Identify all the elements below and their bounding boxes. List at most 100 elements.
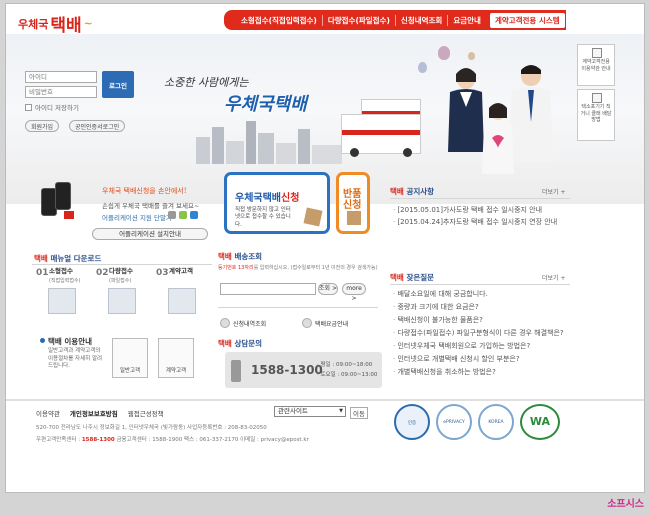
faq-more-link[interactable]: 더보기 + [542,273,566,282]
logo-swirl-icon: ~ [83,17,93,30]
notice-item[interactable]: [2015.05.01]가사도랑 택배 접수 일시중지 안내 [393,204,571,216]
checkbox-icon[interactable] [25,103,32,111]
footer-link-privacy[interactable]: 개인정보보호방침 [70,408,118,418]
cert-login-button[interactable]: 공인인증서로그인 [69,120,126,132]
app-promo-headline: 우체국 택배신청을 손안에서! [102,187,187,195]
general-customer-button[interactable]: 일반고객 [112,338,148,378]
app-promo-subline: 손쉽게 우체국 택배를 즐겨 보세요~ [102,202,200,210]
notice-list: [2015.05.01]가사도랑 택배 접수 일시중지 안내 [2015.04.… [393,204,571,228]
bullet-icon [40,338,45,343]
faq-item[interactable]: 인터넷우체국 택배회원으로 가입하는 방법은? [393,340,571,353]
page-frame: 우체국 택배 ~ 소형접수(직접입력접수) 다량접수(파일접수) 신청내역조회 … [5,3,645,493]
save-id-label: 아이디 저장하기 [35,104,79,112]
android-icon [179,211,187,219]
notice-title: 택배 공지사항 [390,187,435,196]
nav-item-contract-system[interactable]: 계약고객전용 시스템 [489,12,565,28]
notice-more-link[interactable]: 더보기 + [542,187,566,196]
faq-item[interactable]: 다량접수(파일접수) 파일구분형식이 다른 경우 해결책은? [393,328,571,339]
step-number: 03 [156,268,169,278]
delivery-truck-front [341,114,421,157]
history-link-label: 신청내역조회 [233,320,267,328]
divider [390,284,570,285]
contract-terms-card[interactable]: 계약고객전용 이용약관 안내 [577,44,615,86]
guide-title: 택배 이용안내 [48,337,93,346]
faq-list: 배달소요일에 대해 궁금합니다. 중량과 크기에 대한 요금은? 택배신청이 불… [393,288,571,379]
related-sites-go-button[interactable]: 이동 [350,407,368,419]
nav-item-rates[interactable]: 요금안내 [447,14,486,26]
footer-address: 520-700 전라남도 나주시 정보화길 1, 인터넷우체국 (빛가람동) 사… [36,425,309,443]
manual-bulk-parcel[interactable]: 02 다량접수 (파일접수) [96,267,151,320]
faq-item[interactable]: 택배신청이 불가능한 물품은? [393,314,571,327]
general-customer-label: 일반고객 [119,368,141,374]
os-icons [168,211,198,219]
apply-description: 직접 방문하지 않고 인터넷으로 접수할 수 있습니다. [235,207,291,228]
apple-icon [168,211,176,219]
manual-document-icon [168,288,196,314]
manual-document-icon [48,288,76,314]
faq-item[interactable]: 중량과 크기에 대한 요금은? [393,301,571,314]
login-button[interactable]: 로그인 [102,71,134,98]
return-apply-button[interactable]: 반품 신청 [336,172,370,234]
join-button[interactable]: 회원가입 [25,120,60,132]
site-logo[interactable]: 우체국 택배 ~ [18,11,93,36]
nav-item-history[interactable]: 신청내역조회 [394,14,447,26]
parcel-apply-button[interactable]: 우체국택배신청 직접 방문하지 않고 인터넷으로 접수할 수 있습니다. [224,172,330,234]
family-illustration [448,65,554,174]
faq-item[interactable]: 개별택배신청을 취소하는 방법은? [393,366,571,379]
rates-link-label: 택배요금안내 [315,320,349,328]
delivery-method-card[interactable]: 택소포기기 직거니 클래 배달방법 [577,89,615,141]
apply-title: 우체국택배신청 [235,193,300,204]
search-icon [220,318,230,328]
hero-brand: 우체국택배 [224,94,307,115]
web-accessibility-badge: WA [520,404,560,440]
tracking-search-button[interactable]: 조회 > [318,283,338,295]
smartphones-illustration [41,182,83,222]
id-input[interactable] [25,71,97,83]
step-number: 02 [96,268,109,278]
calculator-icon [302,318,312,328]
korea-badge: KOREA [478,404,514,440]
manual-document-icon [108,288,136,314]
footer-link-terms[interactable]: 이용약관 [36,408,60,418]
app-install-guide-button[interactable]: 어플리케이션 설치안내 [92,228,208,240]
contract-customer-button[interactable]: 계약고객 [158,338,194,378]
tracking-more-button[interactable]: more > [342,283,366,302]
certification-badge: 인증 [394,404,430,440]
manual-title: 택배 매뉴얼 다운로드 [34,254,102,263]
step-sublabel: (직접입력접수) [49,278,81,284]
related-sites-select[interactable]: 관련사이트 [274,406,346,417]
nav-item-small-parcel[interactable]: 소형접수(직접입력접수) [236,15,322,26]
windows-icon [190,211,198,219]
document-icon [592,93,602,103]
step-sublabel: (파일접수) [109,278,132,284]
faq-item[interactable]: 배달소요일에 대해 궁금합니다. [393,288,571,301]
notice-item[interactable]: [2015.04.24]추자도랑 택배 접수 일시중지 연장 안내 [393,216,571,228]
step-label: 소형접수 [49,267,73,275]
login-box: 로그인 아이디 저장하기 회원가입 공인인증서로그인 [25,62,140,142]
step-label: 계약고객 [169,267,193,275]
history-link[interactable]: 신청내역조회 [220,318,266,328]
parcel-box-icon [303,207,323,227]
cs-title: 택배 상담문의 [218,339,263,348]
logo-text-big: 택배 [50,16,82,36]
cs-info-box: 1588-1300 · 평일 : 09:00~18:00 · 토요일 : 09:0… [225,352,382,388]
faq-item[interactable]: 인터넷으로 개별택배 신청시 할인 부분은? [393,353,571,366]
manual-contract[interactable]: 03 계약고객 [156,267,211,320]
tracking-number-input[interactable] [220,283,316,295]
footer-divider [6,399,644,401]
rates-link[interactable]: 택배요금안내 [302,318,348,328]
contract-customer-label: 계약고객 [165,368,187,374]
manual-small-parcel[interactable]: 01 소형접수 (직접입력접수) [36,267,91,320]
footer-link-accessibility[interactable]: 웹접근성정책 [128,408,164,418]
nav-item-bulk-parcel[interactable]: 다량접수(파일접수) [321,14,395,26]
contract-terms-label: 계약고객전용 이용약관 안내 [581,59,611,72]
tracking-title: 택배 배송조회 [218,252,263,261]
app-supported-devices: 어플리케이션 지원 단말기 [102,214,172,222]
password-input[interactable] [25,86,97,98]
save-id-checkbox[interactable]: 아이디 저장하기 [25,102,79,112]
eprivacy-badge: ePRIVACY [436,404,472,440]
parcel-box-icon [347,211,361,225]
faq-title: 택배 잦은질문 [390,273,435,282]
step-number: 01 [36,268,49,278]
footer-links: 이용약관 개인정보보호방침 웹접근성정책 [36,408,164,418]
